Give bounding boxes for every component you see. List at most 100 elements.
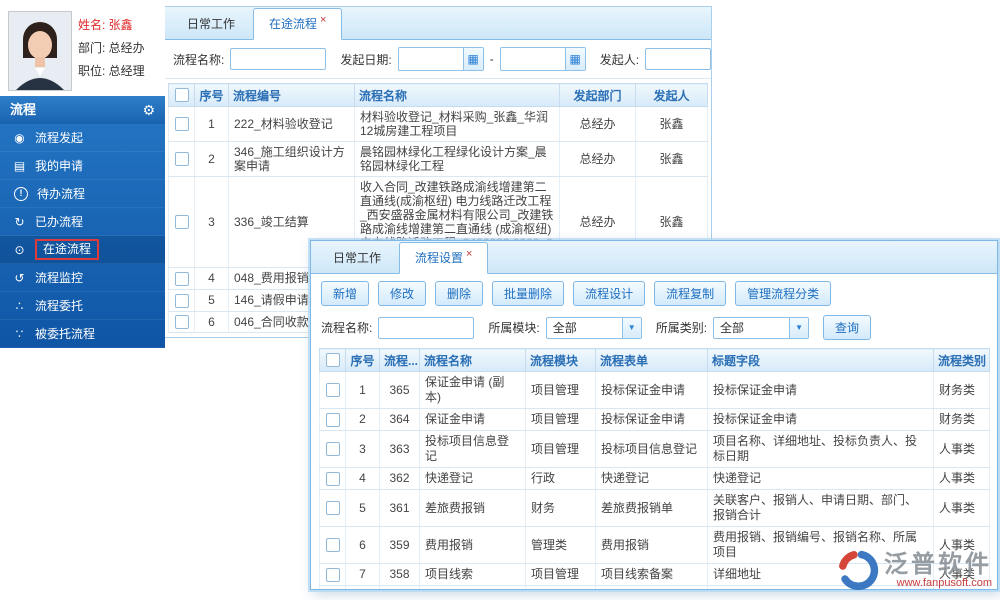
cell-category: 人事类 <box>933 489 990 527</box>
user-title: 职位: 总经理 <box>78 64 145 78</box>
start-date-input[interactable] <box>398 50 463 68</box>
sidebar-item-delegate[interactable]: ∴ 流程委托 <box>0 292 165 320</box>
select-all-checkbox[interactable] <box>325 353 340 368</box>
row-checkbox[interactable] <box>174 271 189 286</box>
row-checkbox[interactable] <box>174 215 189 230</box>
flow-name-input-settings[interactable] <box>378 316 475 339</box>
sidebar-item-label: 流程监控 <box>35 271 84 285</box>
add-button[interactable]: 新增 <box>321 281 370 306</box>
row-checkbox[interactable] <box>174 152 189 167</box>
network2-icon: ∵ <box>15 326 24 341</box>
column-header[interactable]: 序号 <box>345 348 380 372</box>
sidebar-item-monitor[interactable]: ↺ 流程监控 <box>0 264 165 292</box>
column-header[interactable]: 发起部门 <box>559 83 636 107</box>
sidebar-title: 流程 <box>10 102 37 117</box>
row-checkbox[interactable] <box>325 501 340 516</box>
sidebar-item-done[interactable]: ↻ 已办流程 <box>0 208 165 236</box>
column-header[interactable]: 序号 <box>194 83 229 107</box>
settings-tab-1[interactable]: 流程设置 × <box>399 242 489 274</box>
calendar-icon[interactable]: ▦ <box>564 48 585 70</box>
edit-button[interactable]: 修改 <box>378 281 427 306</box>
manage-category-button[interactable]: 管理流程分类 <box>735 281 832 306</box>
table-row[interactable]: 2 346_施工组织设计方案申请 晨铭园林绿化工程绿化设计方案_晨铭园林绿化工程 总经… <box>168 141 708 177</box>
front-filterbar: 流程名称: 所属模块: 全部 ▼ 所属类别: 全部 ▼ 查询 <box>311 311 997 347</box>
module-select[interactable]: 全部 ▼ <box>545 316 642 339</box>
category-select[interactable]: 全部 ▼ <box>713 316 810 339</box>
cell-name: 投标项目信息登记 <box>419 430 526 468</box>
watermark: 泛普软件 www.fanpusoft.com <box>837 549 992 591</box>
select-all-cell <box>168 83 195 107</box>
app-canvas: 姓名: 张鑫 部门: 总经办 职位: 总经理 流程 ⚙ ◉ 流程发起 ▤ 我的申请 ! 待… <box>0 0 1000 600</box>
select-all-checkbox[interactable] <box>174 88 189 103</box>
column-header[interactable]: 发起人 <box>635 83 708 107</box>
table-row[interactable]: 1 365 保证金申请 (副本) 项目管理 投标保证金申请 投标保证金申请 财务类 <box>319 371 990 409</box>
column-header[interactable]: 流程... <box>379 348 420 372</box>
cell-name: 费用报销 <box>419 526 526 564</box>
cell-code: 361 <box>379 489 420 527</box>
end-date-input[interactable] <box>500 50 565 68</box>
column-header[interactable]: 流程类别 <box>933 348 990 372</box>
flow-design-button[interactable]: 流程设计 <box>573 281 646 306</box>
sidebar-item-my-apply[interactable]: ▤ 我的申请 <box>0 152 165 180</box>
tab-close-icon[interactable]: × <box>320 14 326 26</box>
column-header[interactable]: 流程名称 <box>354 83 560 107</box>
row-checkbox[interactable] <box>325 412 340 427</box>
search-button[interactable]: 查询 <box>823 315 872 340</box>
table-row[interactable]: 5 361 差旅费报销 财务 差旅费报销单 关联客户、报销人、申请日期、部门、报销合计 人事… <box>319 489 990 527</box>
column-header[interactable]: 流程模块 <box>525 348 596 372</box>
workflow-tab-1[interactable]: 在途流程 × <box>253 8 343 40</box>
cell-code: 362 <box>379 467 420 490</box>
sidebar-item-delegated[interactable]: ∵ 被委托流程 <box>0 320 165 348</box>
category-select-value: 全部 <box>720 321 745 335</box>
sidebar-item-start[interactable]: ◉ 流程发起 <box>0 124 165 152</box>
table-row[interactable]: 1 222_材料验收登记 材料验收登记_材料采购_张鑫_华润12城房建工程项目 总经办… <box>168 106 708 142</box>
calendar-icon[interactable]: ▦ <box>462 48 483 70</box>
row-checkbox[interactable] <box>325 442 340 457</box>
cell-title_field: 快递登记 <box>707 467 934 490</box>
cell-no: 8 <box>345 585 380 589</box>
row-checkbox[interactable] <box>325 567 340 582</box>
flow-name-input[interactable] <box>230 48 327 70</box>
cell-form: 项目线索备案 <box>595 563 708 586</box>
row-checkbox[interactable] <box>174 293 189 308</box>
sidebar-item-label: 待办流程 <box>37 187 86 201</box>
monitor-icon: ↺ <box>14 270 25 285</box>
cell-module: 项目管理 <box>525 371 596 409</box>
batch-delete-button[interactable]: 批量删除 <box>492 281 565 306</box>
cell-no: 1 <box>345 371 380 409</box>
initiator-input[interactable] <box>645 48 712 70</box>
document-icon: ▤ <box>13 158 26 173</box>
tab-close-icon[interactable]: × <box>466 248 472 260</box>
cell-code: 359 <box>379 526 420 564</box>
front-tabbar: 日常工作 流程设置 × <box>311 241 997 274</box>
cell-title_field: 投标保证金申请 <box>707 371 934 409</box>
column-header[interactable]: 流程表单 <box>595 348 708 372</box>
cell-module: 财务 <box>525 585 596 589</box>
row-checkbox[interactable] <box>325 538 340 553</box>
sidebar-item-todo[interactable]: ! 待办流程 <box>0 180 165 208</box>
row-checkbox[interactable] <box>325 471 340 486</box>
row-select-cell <box>319 563 346 586</box>
sidebar-item-in-transit[interactable]: ⊙ 在途流程 <box>0 236 165 264</box>
table-row[interactable]: 2 364 保证金申请 项目管理 投标保证金申请 投标保证金申请 财务类 <box>319 408 990 431</box>
network-icon: ∴ <box>15 298 24 313</box>
row-checkbox[interactable] <box>325 383 340 398</box>
gear-icon[interactable]: ⚙ <box>142 96 155 124</box>
row-select-cell <box>319 526 346 564</box>
user-profile: 姓名: 张鑫 部门: 总经办 职位: 总经理 <box>0 0 165 96</box>
row-checkbox[interactable] <box>174 315 189 330</box>
column-header[interactable]: 标题字段 <box>707 348 934 372</box>
cell-dept: 总经办 <box>559 106 636 142</box>
column-header[interactable]: 流程名称 <box>419 348 526 372</box>
sidebar-item-label: 我的申请 <box>35 159 84 173</box>
table-row[interactable]: 4 362 快递登记 行政 快递登记 快递登记 人事类 <box>319 467 990 490</box>
row-checkbox[interactable] <box>174 117 189 132</box>
cell-no: 3 <box>194 176 229 268</box>
delete-button[interactable]: 删除 <box>435 281 484 306</box>
workflow-tab-0[interactable]: 日常工作 <box>171 8 251 39</box>
flow-copy-button[interactable]: 流程复制 <box>654 281 727 306</box>
table-row[interactable]: 3 363 投标项目信息登记 项目管理 投标项目信息登记 项目名称、详细地址、投标负责人、… <box>319 430 990 468</box>
column-header[interactable]: 流程编号 <box>228 83 355 107</box>
cell-category: 人事类 <box>933 467 990 490</box>
settings-tab-0[interactable]: 日常工作 <box>317 242 397 273</box>
